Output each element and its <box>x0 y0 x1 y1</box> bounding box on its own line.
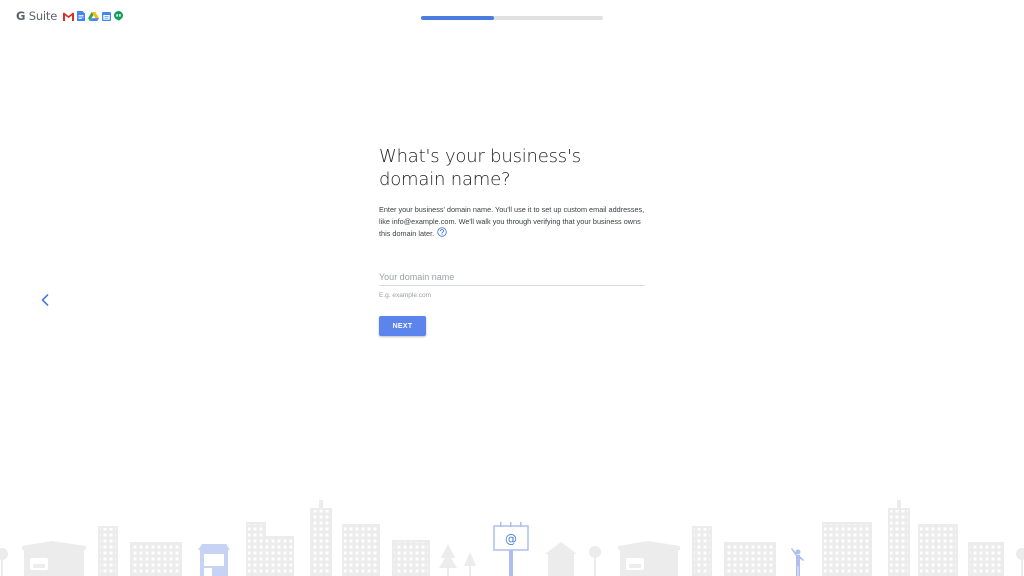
domain-form: What's your business's domain name? Ente… <box>379 145 645 337</box>
app-icons <box>63 11 124 21</box>
gmail-icon <box>63 11 75 21</box>
page-title: What's your business's domain name? <box>379 146 581 190</box>
progress-bar <box>421 16 603 20</box>
billboard-symbol: @ <box>505 532 517 546</box>
progress-bar-fill <box>421 16 494 20</box>
chevron-left-icon <box>41 294 49 306</box>
drive-icon <box>88 11 100 21</box>
shop-illustration <box>198 544 230 576</box>
hangouts-icon <box>114 11 124 21</box>
domain-hint: E.g. example.com <box>379 292 432 300</box>
page-description: Enter your business' domain name. You'll… <box>379 204 645 239</box>
person-illustration <box>791 548 804 576</box>
calendar-icon <box>102 11 112 21</box>
domain-name-input[interactable] <box>379 269 645 287</box>
docs-icon <box>77 11 86 21</box>
next-button[interactable]: NEXT <box>379 316 426 337</box>
top-header: G Suite <box>0 0 1024 34</box>
gsuite-logo: G Suite <box>16 9 124 23</box>
description-text: Enter your business' domain name. You'll… <box>379 205 645 238</box>
back-button[interactable] <box>36 291 54 309</box>
brand-name: G Suite <box>16 9 58 23</box>
domain-field: E.g. example.com <box>379 267 645 299</box>
help-button[interactable] <box>437 227 447 237</box>
city-skyline-illustration: @ <box>0 500 1024 576</box>
billboard-illustration: @ <box>493 522 529 576</box>
help-circle-icon <box>437 227 447 237</box>
